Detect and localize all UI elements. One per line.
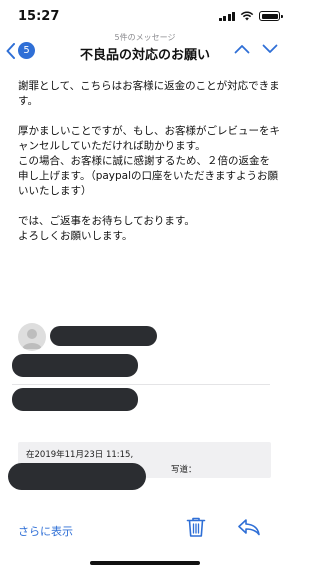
bottom-toolbar: さらに表示: [0, 505, 290, 555]
sender-block: [0, 320, 290, 420]
body-blank-line: [18, 199, 280, 214]
trash-icon[interactable]: [186, 516, 206, 538]
divider: [12, 384, 270, 385]
redacted-recipient-to: [12, 354, 138, 377]
status-bar: 15:27: [0, 0, 290, 30]
quote-date-line: 在2019年11月23日 11:15,: [26, 450, 134, 460]
cellular-signal-icon: [218, 11, 235, 21]
body-paragraph: 謝罪として、こちらはお客様に返金のことが対応できます。: [18, 80, 280, 107]
battery-icon: [259, 11, 283, 21]
body-paragraph: この場合、お客様に誠に感謝するため、２倍の返金を申し上げます。（paypalの口…: [18, 155, 279, 197]
reply-icon[interactable]: [237, 518, 261, 536]
thread-count-label: 5件のメッセージ: [114, 33, 176, 42]
show-more-link[interactable]: さらに表示: [18, 523, 73, 539]
status-time: 15:27: [18, 9, 60, 24]
quote-wrote-label: 写道：: [171, 465, 197, 475]
body-paragraph: では、ご返事をお待ちしております。: [18, 215, 195, 227]
next-message-chevron-down-icon[interactable]: [262, 44, 278, 54]
nav-bar: 5 5件のメッセージ 不良品の対応のお願い: [0, 30, 290, 72]
redacted-sender-name: [50, 326, 157, 346]
redacted-recipient-cc: [12, 388, 138, 411]
status-icons: [218, 11, 283, 21]
wifi-icon: [240, 11, 254, 21]
body-paragraph: よろしくお願いします。: [18, 230, 133, 242]
person-icon: [22, 329, 42, 349]
avatar[interactable]: [18, 323, 46, 351]
body-blank-line: [18, 109, 280, 124]
body-paragraph: 厚かましいことですが、もし、お客様がごレビューをキャンセルしていただければ助かり…: [18, 125, 280, 152]
previous-message-chevron-up-icon[interactable]: [234, 44, 250, 54]
redacted-quote-sender: [8, 463, 146, 490]
message-body: 謝罪として、こちらはお客様に返金のことが対応できます。 厚かましいことですが、も…: [18, 79, 280, 244]
home-indicator: [90, 561, 200, 565]
